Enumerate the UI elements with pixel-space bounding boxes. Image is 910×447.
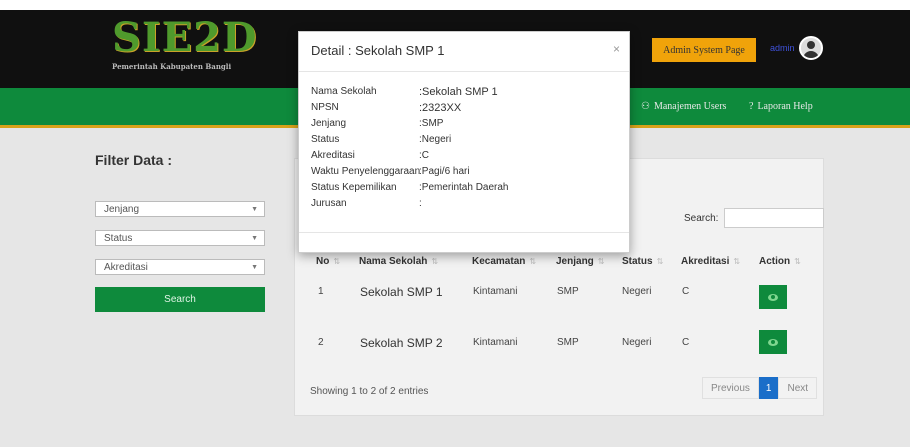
column-header-kecamatan[interactable]: Kecamatan ⇅ xyxy=(472,256,536,267)
search-input[interactable] xyxy=(724,208,825,228)
nav-item-label: Manajemen Users xyxy=(653,101,727,112)
detail-value: :2323XX xyxy=(419,102,462,114)
detail-value: :Pemerintah Daerah xyxy=(419,182,509,193)
detail-value: :Pagi/6 hari xyxy=(419,166,470,177)
akreditasi-select[interactable]: Akreditasi ▼ xyxy=(95,259,265,275)
sort-icon: ⇅ xyxy=(794,257,801,266)
detail-value: :C xyxy=(419,150,429,161)
user-name[interactable]: admin xyxy=(770,43,795,53)
modal-divider xyxy=(299,71,629,72)
detail-value: :SMP xyxy=(419,118,444,129)
pagination: Previous 1 Next xyxy=(702,377,818,399)
detail-row: Nama Sekolah :Sekolah SMP 1 xyxy=(311,86,498,98)
eye-icon xyxy=(768,338,778,346)
detail-key: Jenjang xyxy=(311,118,347,129)
detail-row: NPSN :2323XX xyxy=(311,102,461,114)
detail-value: :Sekolah SMP 1 xyxy=(419,86,498,98)
column-label: Nama Sekolah xyxy=(359,256,428,267)
column-header-akreditasi[interactable]: Akreditasi ⇅ xyxy=(681,256,740,267)
detail-row: Status :Negeri xyxy=(311,134,451,145)
eye-icon xyxy=(768,293,778,301)
jenjang-select[interactable]: Jenjang ▼ xyxy=(95,201,265,217)
column-header-jenjang[interactable]: Jenjang ⇅ xyxy=(556,256,605,267)
column-label: No xyxy=(316,256,330,267)
column-label: Status xyxy=(622,256,653,267)
close-icon[interactable]: × xyxy=(613,42,620,56)
column-header-nama-sekolah[interactable]: Nama Sekolah ⇅ xyxy=(359,256,438,267)
detail-key: Nama Sekolah xyxy=(311,86,377,97)
pagination-page-current[interactable]: 1 xyxy=(758,377,779,399)
site-logo[interactable]: SIE2D Pemerintah Kabupaten Bangli xyxy=(112,18,262,78)
detail-row: Waktu Penyelenggaraan :Pagi/6 hari xyxy=(311,166,470,177)
sort-icon: ⇅ xyxy=(431,257,439,266)
view-button[interactable] xyxy=(759,285,787,309)
detail-value: : xyxy=(419,198,422,209)
table-cell-status: Negeri xyxy=(622,286,652,297)
select-value: Akreditasi xyxy=(104,261,148,273)
table-cell-no: 2 xyxy=(318,337,324,348)
column-header-no[interactable]: No ⇅ xyxy=(316,256,340,267)
nav-laporan-help[interactable]: ? Laporan Help xyxy=(749,101,813,112)
nav-item-label: Laporan Help xyxy=(757,101,813,112)
modal-divider xyxy=(299,232,629,233)
table-cell-no: 1 xyxy=(318,286,324,297)
detail-row: Akreditasi :C xyxy=(311,150,429,161)
detail-modal: Detail : Sekolah SMP 1 × Nama Sekolah :S… xyxy=(298,31,630,253)
column-header-status[interactable]: Status ⇅ xyxy=(622,256,663,267)
modal-title: Detail : Sekolah SMP 1 xyxy=(311,43,445,58)
users-icon: ⚇ xyxy=(641,101,650,112)
detail-key: Status xyxy=(311,134,340,145)
filter-title: Filter Data : xyxy=(95,152,173,168)
detail-key: Status Kepemilikan xyxy=(311,182,397,193)
detail-value: :Negeri xyxy=(419,134,452,145)
nav-manajemen-users[interactable]: ⚇ Manajemen Users xyxy=(641,101,726,112)
table-cell-nama: Sekolah SMP 2 xyxy=(360,336,443,350)
table-cell-kecamatan: Kintamani xyxy=(473,286,518,297)
sort-icon: ⇅ xyxy=(333,257,341,266)
logo-subtext: Pemerintah Kabupaten Bangli xyxy=(112,62,232,71)
table-cell-nama: Sekolah SMP 1 xyxy=(360,285,443,299)
table-cell-status: Negeri xyxy=(622,337,652,348)
chevron-down-icon: ▼ xyxy=(251,234,258,242)
status-select[interactable]: Status ▼ xyxy=(95,230,265,246)
logo-text: SIE2D xyxy=(112,14,258,61)
column-header-action[interactable]: Action ⇅ xyxy=(759,256,801,267)
table-cell-akreditasi: C xyxy=(682,286,690,297)
detail-row: Jurusan : xyxy=(311,198,422,209)
detail-row: Status Kepemilikan :Pemerintah Daerah xyxy=(311,182,509,193)
sort-icon: ⇅ xyxy=(733,257,741,266)
select-value: Status xyxy=(104,232,133,244)
search-label: Search: xyxy=(684,212,719,224)
table-info: Showing 1 to 2 of 2 entries xyxy=(310,386,429,397)
column-label: Action xyxy=(759,256,791,267)
sort-icon: ⇅ xyxy=(529,257,537,266)
user-menu[interactable]: admin xyxy=(770,36,823,60)
detail-key: NPSN xyxy=(311,102,339,113)
pagination-next[interactable]: Next xyxy=(778,377,818,399)
sort-icon: ⇅ xyxy=(597,257,605,266)
detail-key: Jurusan xyxy=(311,198,347,209)
filter-search-button[interactable]: Search xyxy=(95,287,265,312)
detail-key: Akreditasi xyxy=(311,150,355,161)
detail-row: Jenjang :SMP xyxy=(311,118,443,129)
pagination-previous[interactable]: Previous xyxy=(702,377,759,399)
select-value: Jenjang xyxy=(104,203,140,215)
table-cell-jenjang: SMP xyxy=(557,286,579,297)
column-label: Jenjang xyxy=(556,256,594,267)
table-cell-akreditasi: C xyxy=(682,337,690,348)
column-label: Akreditasi xyxy=(681,256,730,267)
sort-icon: ⇅ xyxy=(656,257,664,266)
chevron-down-icon: ▼ xyxy=(251,263,258,271)
avatar[interactable] xyxy=(798,36,823,60)
question-icon: ? xyxy=(749,101,754,112)
chevron-down-icon: ▼ xyxy=(251,205,258,213)
column-label: Kecamatan xyxy=(472,256,526,267)
table-cell-jenjang: SMP xyxy=(557,337,579,348)
view-button[interactable] xyxy=(759,330,787,354)
detail-key: Waktu Penyelenggaraan xyxy=(311,166,421,177)
table-cell-kecamatan: Kintamani xyxy=(473,337,518,348)
table-search: Search: xyxy=(684,208,825,228)
admin-system-page-button[interactable]: Admin System Page xyxy=(652,38,756,62)
